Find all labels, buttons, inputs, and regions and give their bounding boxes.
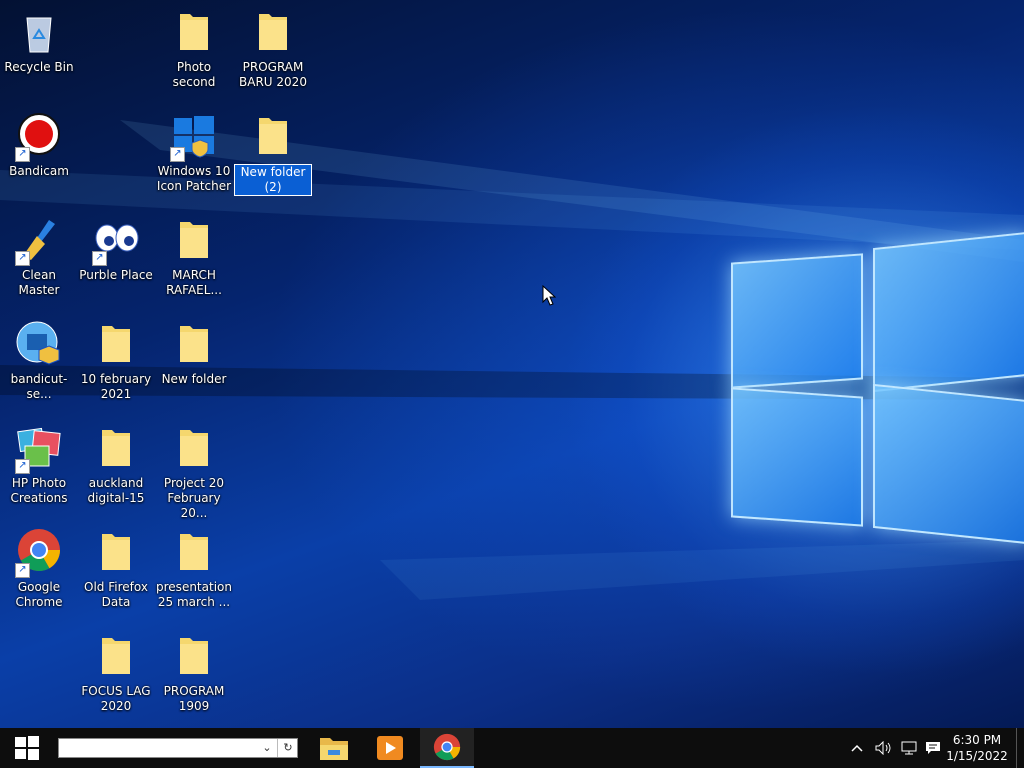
icon-label: Bandicam	[9, 164, 69, 178]
chrome-icon	[433, 733, 461, 761]
mouse-cursor-icon	[542, 285, 556, 306]
desktop-icon-new-folder[interactable]: New folder	[155, 320, 233, 387]
broom-icon: ↗	[15, 216, 63, 266]
desktop-icon-focus-lag[interactable]: FOCUS LAG 2020	[77, 632, 155, 714]
desktop-icon-auckland[interactable]: auckland digital-15	[77, 424, 155, 506]
taskbar-search-box: ⌄ ↻	[58, 738, 298, 759]
icon-label: Project 20 February 20...	[163, 476, 225, 520]
rename-field[interactable]: New folder (2)	[234, 164, 312, 196]
icon-label: Clean Master	[18, 268, 60, 297]
action-center-button[interactable]	[922, 728, 944, 768]
taskbar-clock[interactable]: 6:30 PM 1/15/2022	[944, 732, 1010, 764]
desktop[interactable]: Recycle Bin ↗ Bandicam ↗ Clean Master ba…	[0, 0, 1024, 728]
chrome-icon: ↗	[15, 528, 63, 578]
icon-label: Purble Place	[79, 268, 153, 282]
volume-button[interactable]	[872, 728, 896, 768]
icon-label: bandicut-se...	[10, 372, 68, 401]
desktop-icon-bandicut[interactable]: bandicut-se...	[0, 320, 78, 402]
show-desktop-button[interactable]	[1016, 728, 1024, 768]
desktop-icon-10-february[interactable]: 10 february 2021	[77, 320, 155, 402]
icon-label: presentation 25 march ...	[156, 580, 232, 609]
desktop-icon-march-rafael[interactable]: MARCH RAFAEL...	[155, 216, 233, 298]
shortcut-arrow-icon: ↗	[15, 459, 30, 474]
taskbar-media-player[interactable]	[366, 728, 414, 768]
network-icon	[901, 741, 917, 755]
file-explorer-icon	[320, 738, 348, 760]
bandicut-icon	[15, 320, 63, 368]
bandicam-icon: ↗	[15, 112, 63, 162]
folder-icon	[170, 8, 218, 56]
desktop-icon-program-1909[interactable]: PROGRAM 1909	[155, 632, 233, 714]
desktop-icon-purble-place[interactable]: ↗ Purble Place	[77, 216, 155, 283]
desktop-icon-program-baru[interactable]: PROGRAM BARU 2020	[234, 8, 312, 90]
folder-icon	[92, 632, 140, 680]
taskbar-chrome[interactable]	[420, 728, 474, 768]
desktop-icon-new-folder-2[interactable]: New folder (2)	[234, 112, 312, 196]
folder-icon	[170, 320, 218, 368]
windows-shield-icon: ↗	[170, 112, 218, 162]
network-button[interactable]	[898, 728, 920, 768]
windows-logo-pane	[873, 383, 1024, 545]
clock-time: 6:30 PM	[952, 733, 1002, 747]
folder-icon	[249, 8, 297, 56]
folder-icon	[170, 424, 218, 472]
taskbar-file-explorer[interactable]	[310, 728, 358, 768]
search-input[interactable]	[59, 741, 263, 759]
desktop-icon-old-firefox[interactable]: Old Firefox Data	[77, 528, 155, 610]
shortcut-arrow-icon: ↗	[170, 147, 185, 162]
icon-label: Photo second	[172, 60, 216, 89]
icon-label: HP Photo Creations	[10, 476, 68, 505]
taskbar: ⌄ ↻ 6:30 PM 1/15/2022	[0, 728, 1024, 768]
icon-label: Recycle Bin	[4, 60, 74, 74]
folder-icon	[92, 320, 140, 368]
icon-label: 10 february 2021	[80, 372, 152, 401]
start-button[interactable]	[0, 728, 54, 768]
photo-app-icon: ↗	[15, 424, 63, 474]
recycle-bin-icon	[15, 8, 63, 56]
folder-icon	[170, 216, 218, 264]
icon-label: Windows 10 Icon Patcher	[156, 164, 232, 193]
shortcut-arrow-icon: ↗	[15, 147, 30, 162]
windows-logo-pane	[731, 253, 863, 389]
desktop-icon-recycle-bin[interactable]: Recycle Bin	[0, 8, 78, 75]
icon-label: PROGRAM 1909	[163, 684, 225, 713]
shortcut-arrow-icon: ↗	[15, 563, 30, 578]
clock-date: 1/15/2022	[946, 749, 1008, 763]
media-player-icon	[377, 736, 403, 760]
icon-label: MARCH RAFAEL...	[166, 268, 222, 297]
eyes-icon: ↗	[92, 216, 140, 266]
chevron-down-icon[interactable]: ⌄	[257, 739, 277, 757]
desktop-icon-bandicam[interactable]: ↗ Bandicam	[0, 112, 78, 179]
desktop-icon-hp-photo[interactable]: ↗ HP Photo Creations	[0, 424, 78, 506]
desktop-icon-presentation[interactable]: presentation 25 march ...	[155, 528, 233, 610]
desktop-icon-photo-second[interactable]: Photo second	[155, 8, 233, 90]
folder-icon	[92, 424, 140, 472]
desktop-icon-google-chrome[interactable]: ↗ Google Chrome	[0, 528, 78, 610]
windows-logo-pane	[873, 231, 1024, 393]
desktop-icon-clean-master[interactable]: ↗ Clean Master	[0, 216, 78, 298]
folder-icon	[92, 528, 140, 576]
shortcut-arrow-icon: ↗	[15, 251, 30, 266]
show-hidden-icons-button[interactable]	[846, 728, 868, 768]
icon-label: FOCUS LAG 2020	[81, 684, 151, 713]
desktop-icon-win10-patcher[interactable]: ↗ Windows 10 Icon Patcher	[155, 112, 233, 194]
icon-label: auckland digital-15	[87, 476, 145, 505]
icon-label: New folder	[161, 372, 227, 386]
notification-icon	[926, 742, 940, 754]
icon-label: PROGRAM BARU 2020	[239, 60, 307, 89]
shortcut-arrow-icon: ↗	[92, 251, 107, 266]
folder-icon	[170, 528, 218, 576]
folder-icon	[170, 632, 218, 680]
icon-label: Old Firefox Data	[84, 580, 148, 609]
desktop-icon-project-20[interactable]: Project 20 February 20...	[155, 424, 233, 521]
icon-label: Google Chrome	[15, 580, 63, 609]
speaker-icon	[875, 741, 891, 755]
windows-logo-pane	[731, 387, 863, 527]
folder-icon	[249, 112, 297, 160]
chevron-up-icon	[851, 744, 863, 752]
windows-start-icon	[15, 736, 39, 760]
refresh-icon[interactable]: ↻	[277, 739, 298, 757]
